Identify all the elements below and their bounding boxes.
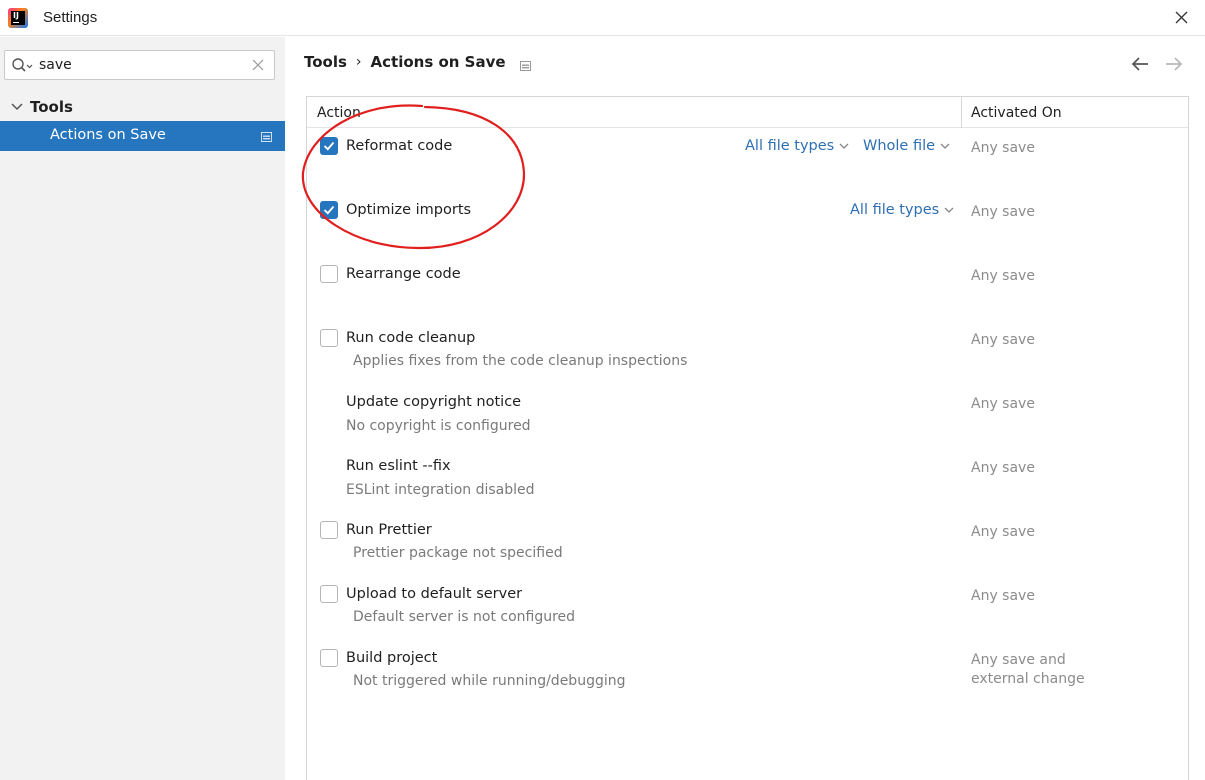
- rearrange-code-checkbox[interactable]: [320, 265, 338, 283]
- arrow-right-icon[interactable]: [1164, 55, 1184, 73]
- settings-sidebar: Tools Actions on Save: [0, 37, 285, 780]
- breadcrumb: Tools › Actions on Save: [304, 53, 531, 71]
- table-row: Run Prettier Prettier package not specif…: [307, 512, 1188, 576]
- activated-on-value: Any save: [971, 268, 1035, 284]
- row-description: Prettier package not specified: [353, 545, 563, 561]
- file-types-dropdown[interactable]: All file types: [850, 202, 954, 218]
- activated-on-value: Any save: [971, 332, 1035, 348]
- table-row: Optimize imports All file types Any save: [307, 192, 1188, 256]
- activated-on-value: Any save: [971, 460, 1035, 476]
- row-label: Run Prettier: [346, 522, 432, 538]
- table-row: Update copyright notice No copyright is …: [307, 384, 1188, 448]
- main-panel: Tools › Actions on Save Action Activated…: [286, 37, 1205, 780]
- table-row: Upload to default server Default server …: [307, 576, 1188, 640]
- column-header-action[interactable]: Action: [317, 105, 361, 121]
- row-description: Default server is not configured: [353, 609, 576, 625]
- breadcrumb-current: Actions on Save: [370, 53, 506, 71]
- table-header: Action Activated On: [307, 97, 1188, 128]
- dropdown-value: All file types: [850, 202, 940, 218]
- arrow-left-icon[interactable]: [1130, 55, 1150, 73]
- run-code-cleanup-checkbox[interactable]: [320, 329, 338, 347]
- activated-on-value: Any save: [971, 524, 1035, 540]
- actions-table: Action Activated On Reformat code All fi…: [306, 96, 1189, 780]
- chevron-down-icon: [839, 143, 849, 149]
- scope-dropdown[interactable]: Whole file: [863, 138, 950, 154]
- window-title: Settings: [43, 9, 98, 26]
- optimize-imports-checkbox[interactable]: [320, 201, 338, 219]
- tree-group-label: Tools: [30, 98, 73, 116]
- search-box[interactable]: [4, 50, 275, 80]
- intellij-icon: IJ: [8, 8, 28, 28]
- row-label: Update copyright notice: [346, 394, 522, 410]
- row-label: Optimize imports: [346, 202, 472, 218]
- breadcrumb-parent[interactable]: Tools: [304, 53, 347, 71]
- activated-on-value: Any save: [971, 204, 1035, 220]
- row-label: Run eslint --fix: [346, 458, 451, 474]
- row-description: Not triggered while running/debugging: [353, 673, 626, 689]
- table-row: Run eslint --fix ESLint integration disa…: [307, 448, 1188, 512]
- row-label: Reformat code: [346, 138, 453, 154]
- table-row: Rearrange code Any save: [307, 256, 1188, 320]
- dropdown-value: Whole file: [863, 138, 936, 154]
- chevron-down-icon: [944, 207, 954, 213]
- close-icon[interactable]: [1171, 8, 1191, 28]
- row-label: Build project: [346, 650, 438, 666]
- row-label: Run code cleanup: [346, 330, 476, 346]
- run-prettier-checkbox[interactable]: [320, 521, 338, 539]
- column-header-activated-on[interactable]: Activated On: [971, 105, 1062, 121]
- activated-on-value: Any save: [971, 140, 1035, 156]
- title-bar: IJ Settings: [0, 0, 1205, 36]
- tree-item-label: Actions on Save: [50, 127, 166, 143]
- table-row: Build project Not triggered while runnin…: [307, 640, 1188, 704]
- row-description: No copyright is configured: [346, 418, 531, 434]
- row-label: Upload to default server: [346, 586, 523, 602]
- row-label: Rearrange code: [346, 266, 461, 282]
- search-input[interactable]: [39, 55, 239, 75]
- activated-on-value: Any save: [971, 588, 1035, 604]
- project-scope-icon: [519, 57, 531, 71]
- dropdown-value: All file types: [745, 138, 835, 154]
- reformat-code-checkbox[interactable]: [320, 137, 338, 155]
- tree-group-tools[interactable]: Tools: [0, 95, 285, 119]
- search-icon[interactable]: [11, 57, 33, 75]
- column-divider[interactable]: [961, 97, 962, 128]
- table-row: Reformat code All file types Whole file …: [307, 128, 1188, 192]
- file-types-dropdown[interactable]: All file types: [745, 138, 849, 154]
- activated-on-value: Any save and external change: [971, 652, 1085, 687]
- row-description: Applies fixes from the code cleanup insp…: [353, 353, 688, 369]
- upload-to-default-server-checkbox[interactable]: [320, 585, 338, 603]
- row-description: ESLint integration disabled: [346, 482, 535, 498]
- tree-item-actions-on-save[interactable]: Actions on Save: [0, 121, 285, 151]
- table-row: Run code cleanup Applies fixes from the …: [307, 320, 1188, 384]
- clear-icon[interactable]: [252, 59, 264, 71]
- activated-on-value: Any save: [971, 396, 1035, 412]
- chevron-down-icon: [940, 143, 950, 149]
- chevron-down-icon[interactable]: [10, 100, 24, 114]
- project-scope-icon: [261, 130, 272, 142]
- build-project-checkbox[interactable]: [320, 649, 338, 667]
- breadcrumb-separator: ›: [355, 54, 362, 70]
